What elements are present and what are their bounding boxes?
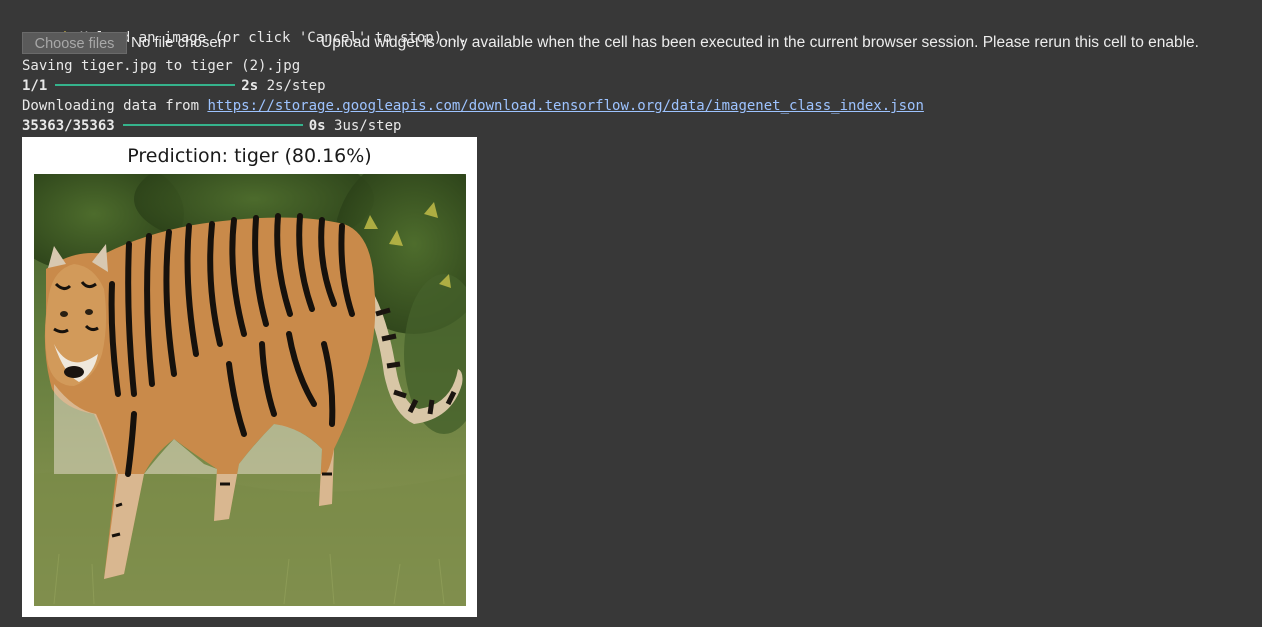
upload-prompt-line: Upload an image (or click 'Cancel' to st… [24,11,467,46]
progress-2-time: 0s [308,118,326,134]
cell-output: Upload an image (or click 'Cancel' to st… [0,0,1262,627]
progress-2-rate: 3us/step [334,118,402,134]
progress-line-2: 35363/35363 0s 3us/step [22,117,401,135]
upload-widget: Choose files No file chosen Upload widge… [22,32,1262,54]
progress-1-rate: 2s/step [266,78,326,94]
progress-1-time: 2s [241,78,259,94]
download-line: Downloading data from https://storage.go… [22,97,924,115]
download-url-link[interactable]: https://storage.googleapis.com/download.… [207,98,923,114]
progress-1-bar [55,84,236,86]
saving-message: Saving tiger.jpg to tiger (2).jpg [22,58,301,74]
choose-files-button[interactable]: Choose files [22,32,127,54]
progress-2-bar [122,124,303,126]
figure-title: Prediction: tiger (80.16%) [127,145,372,167]
upload-widget-note: Upload widget is only available when the… [321,34,1199,51]
no-file-chosen-label: No file chosen [131,34,227,51]
tiger-image [34,174,466,606]
download-prefix: Downloading data from [22,98,208,114]
progress-2-count: 35363/35363 [22,118,115,134]
progress-line-1: 1/1 2s 2s/step [22,77,326,95]
prediction-figure: Prediction: tiger (80.16%) [22,137,477,617]
progress-1-count: 1/1 [22,78,48,94]
